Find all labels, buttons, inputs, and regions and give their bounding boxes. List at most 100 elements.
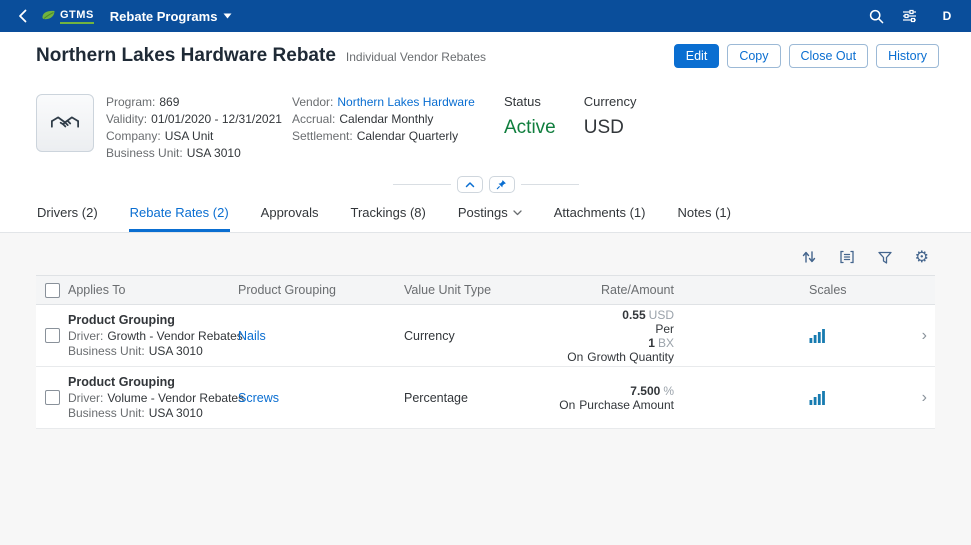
- program-icon-tile: [36, 94, 94, 152]
- applies-to-title: Product Grouping: [68, 375, 232, 389]
- history-button[interactable]: History: [876, 44, 939, 68]
- pin-header-button[interactable]: [489, 176, 515, 193]
- chevron-left-icon: [18, 9, 27, 23]
- chevron-down-icon: [513, 210, 522, 216]
- group-button[interactable]: [839, 249, 855, 265]
- business-unit-label: Business Unit:: [106, 146, 183, 160]
- filter-icon: [877, 250, 893, 265]
- company-label: Company:: [106, 129, 161, 143]
- rebate-program-page: GTMS Rebate Programs D Northern Lakes Ha…: [0, 0, 971, 545]
- product-grouping-link[interactable]: Nails: [238, 329, 266, 343]
- status-badge: Active: [504, 117, 556, 139]
- page-title-menu[interactable]: Rebate Programs: [110, 9, 233, 24]
- table-row[interactable]: Product Grouping Driver:Growth - Vendor …: [36, 305, 935, 367]
- rebate-rates-table: Applies To Product Grouping Value Unit T…: [36, 275, 935, 429]
- rebate-rates-section: ⚙ Applies To Product Grouping Value Unit…: [0, 233, 971, 429]
- tab-notes[interactable]: Notes (1): [677, 196, 732, 232]
- row-checkbox[interactable]: [45, 328, 60, 343]
- page-subtitle: Individual Vendor Rebates: [346, 50, 486, 64]
- bar-chart-icon: [809, 390, 826, 405]
- driver-value: Volume - Vendor Rebates: [107, 391, 244, 405]
- tab-trackings[interactable]: Trackings (8): [349, 196, 426, 232]
- table-header-row: Applies To Product Grouping Value Unit T…: [36, 275, 935, 305]
- page-title: Northern Lakes Hardware Rebate: [36, 45, 336, 67]
- pin-icon: [496, 179, 507, 190]
- column-header-rate-amount: Rate/Amount: [544, 283, 674, 297]
- filter-button[interactable]: [877, 250, 893, 265]
- tab-rebate-rates[interactable]: Rebate Rates (2): [129, 196, 230, 232]
- sliders-icon: [902, 9, 917, 23]
- row-chevron-icon[interactable]: ›: [922, 389, 927, 406]
- business-unit-value: USA 3010: [149, 344, 203, 358]
- vendor-link[interactable]: Northern Lakes Hardware: [337, 95, 474, 109]
- object-header-title-row: Northern Lakes Hardware Rebate Individua…: [0, 32, 971, 76]
- object-header-content: Program:869 Validity:01/01/2020 - 12/31/…: [0, 76, 971, 172]
- tab-attachments[interactable]: Attachments (1): [553, 196, 647, 232]
- handshake-icon: [50, 110, 80, 136]
- tab-approvals[interactable]: Approvals: [260, 196, 320, 232]
- select-all-checkbox[interactable]: [45, 283, 60, 298]
- driver-value: Growth - Vendor Rebates: [107, 329, 242, 343]
- column-header-scales: Scales: [809, 283, 899, 297]
- column-header-applies-to: Applies To: [68, 283, 238, 297]
- chevron-up-icon: [465, 181, 475, 188]
- collapse-rule-left: [393, 184, 451, 185]
- table-row[interactable]: Product Grouping Driver:Volume - Vendor …: [36, 367, 935, 429]
- status-fact: Status Active: [504, 94, 556, 139]
- validity-label: Validity:: [106, 112, 147, 126]
- row-checkbox[interactable]: [45, 390, 60, 405]
- header-actions: Edit Copy Close Out History: [674, 44, 939, 68]
- logo-text: GTMS: [60, 9, 94, 24]
- currency-fact: Currency USD: [584, 94, 637, 139]
- settlement-value: Calendar Quarterly: [357, 129, 458, 143]
- search-button[interactable]: [869, 9, 884, 24]
- currency-label: Currency: [584, 94, 637, 109]
- header-collapse-row: [0, 172, 971, 196]
- logo-leaf-icon: [41, 9, 56, 23]
- collapse-rule-right: [521, 184, 579, 185]
- shell-settings-button[interactable]: [902, 9, 917, 23]
- business-unit-value: USA 3010: [149, 406, 203, 420]
- collapse-header-button[interactable]: [457, 176, 483, 193]
- value-unit-type: Currency: [404, 329, 455, 343]
- tab-drivers[interactable]: Drivers (2): [36, 196, 99, 232]
- anchor-bar: Drivers (2) Rebate Rates (2) Approvals T…: [0, 196, 971, 233]
- value-unit-type: Percentage: [404, 391, 468, 405]
- table-settings-button[interactable]: ⚙: [915, 249, 929, 265]
- scales-button[interactable]: [809, 328, 826, 343]
- shell-actions: D: [869, 4, 959, 28]
- table-toolbar: ⚙: [36, 233, 935, 275]
- group-icon: [839, 249, 855, 265]
- bar-chart-icon: [809, 328, 826, 343]
- back-button[interactable]: [12, 9, 33, 23]
- validity-value: 01/01/2020 - 12/31/2021: [151, 112, 282, 126]
- shell-page-title: Rebate Programs: [110, 9, 218, 24]
- gtms-logo[interactable]: GTMS: [41, 9, 94, 24]
- shell-bar: GTMS Rebate Programs D: [0, 0, 971, 32]
- scales-button[interactable]: [809, 390, 826, 405]
- currency-value: USD: [584, 117, 637, 139]
- business-unit-value: USA 3010: [187, 146, 241, 160]
- accrual-label: Accrual:: [292, 112, 335, 126]
- settlement-label: Settlement:: [292, 129, 353, 143]
- copy-button[interactable]: Copy: [727, 44, 780, 68]
- program-value: 869: [159, 95, 179, 109]
- avatar[interactable]: D: [935, 4, 959, 28]
- product-grouping-link[interactable]: Screws: [238, 391, 279, 405]
- sort-button[interactable]: [801, 249, 817, 265]
- tab-postings[interactable]: Postings: [457, 196, 523, 232]
- chevron-down-icon: [223, 13, 232, 19]
- rate-amount-cell: 0.55USD Per 1BX OnGrowth Quantity: [544, 308, 674, 364]
- applies-to-title: Product Grouping: [68, 313, 232, 327]
- close-out-button[interactable]: Close Out: [789, 44, 869, 68]
- accrual-value: Calendar Monthly: [339, 112, 433, 126]
- column-header-value-unit-type: Value Unit Type: [404, 283, 544, 297]
- sort-icon: [801, 249, 817, 265]
- vendor-facts: Vendor: Northern Lakes Hardware Accrual: C…: [292, 94, 478, 145]
- row-chevron-icon[interactable]: ›: [922, 327, 927, 344]
- company-value: USA Unit: [165, 129, 214, 143]
- gear-icon: ⚙: [915, 249, 929, 265]
- edit-button[interactable]: Edit: [674, 44, 720, 68]
- status-label: Status: [504, 94, 556, 109]
- vendor-label: Vendor:: [292, 95, 333, 109]
